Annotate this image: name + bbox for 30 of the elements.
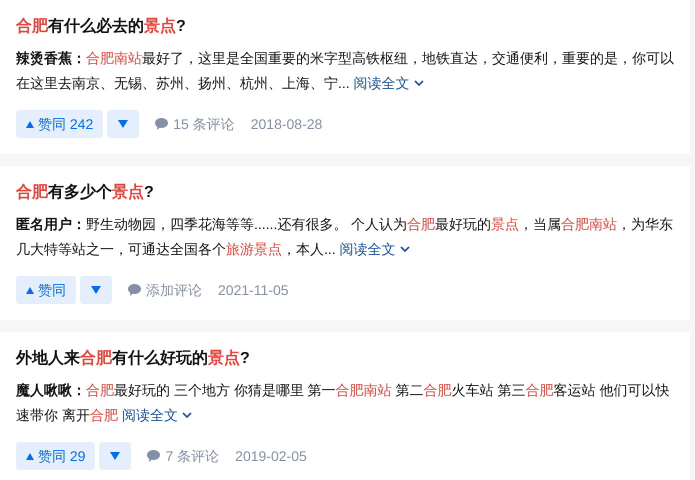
answer-excerpt: 魔人啾啾：合肥最好玩的 三个地方 你猜是哪里 第一合肥南站 第二合肥火车站 第三合肥客运站 他们可以快速带你 离开合肥 阅读全文 [16,378,674,428]
chevron-down-icon [182,412,192,419]
read-more-link[interactable]: 阅读全文 [340,237,410,262]
question-title[interactable]: 外地人来合肥有什么好玩的景点? [16,347,674,371]
speech-bubble-icon [155,118,168,130]
downvote-button[interactable] [80,276,112,304]
upvote-button[interactable]: 赞同 29 [16,442,96,470]
read-more-link[interactable]: 阅读全文 [354,71,424,96]
downvote-button[interactable] [99,442,132,470]
chevron-down-icon [414,80,424,87]
triangle-up-icon [26,286,34,294]
speech-bubble-icon [128,284,141,296]
speech-bubble-icon [147,450,160,462]
triangle-up-icon [26,120,34,128]
question-title[interactable]: 合肥有什么必去的景点? [16,15,674,39]
answer-date: 2021-11-05 [218,280,289,300]
answer-date: 2018-08-28 [250,114,322,134]
answer-date: 2019-02-05 [235,446,307,466]
chevron-down-icon [400,246,410,253]
triangle-down-icon [110,452,120,460]
question-title[interactable]: 合肥有多少个景点? [16,181,674,205]
downvote-button[interactable] [107,110,140,138]
upvote-button[interactable]: 赞同 [16,276,76,304]
triangle-down-icon [118,120,128,128]
triangle-up-icon [26,452,34,460]
answer-excerpt: 匿名用户：野生动物园，四季花海等等......还有很多。 个人认为合肥最好玩的景点，当属合肥南站，为华东几大特等站之一，可通达全国各个旅游景点，本人... 阅读全文 [16,212,674,262]
upvote-button[interactable]: 赞同 242 [16,110,104,138]
read-more-link[interactable]: 阅读全文 [122,403,192,428]
answer-excerpt: 辣烫香蕉：合肥南站最好了，这里是全国重要的米字型高铁枢纽，地铁直达，交通便利，重要的是，你可以在这里去南京、无锡、苏州、扬州、杭州、上海、宁... 阅读全文 [16,46,674,96]
triangle-down-icon [91,286,101,294]
